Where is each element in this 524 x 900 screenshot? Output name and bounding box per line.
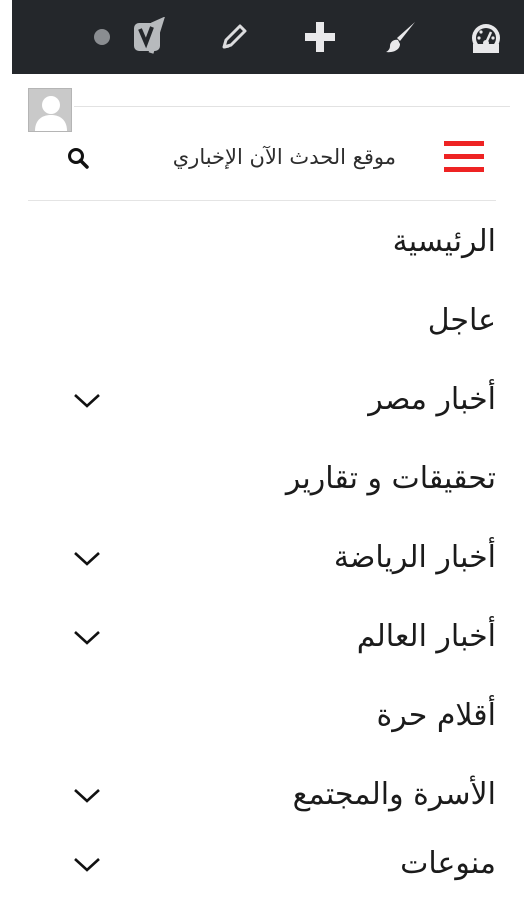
yoast-seo-icon[interactable] bbox=[128, 17, 168, 57]
menu-item-opinion[interactable]: أقلام حرة bbox=[28, 686, 496, 746]
hamburger-menu-icon[interactable] bbox=[444, 141, 484, 173]
site-title[interactable]: موقع الحدث الآن الإخباري bbox=[173, 140, 396, 174]
menu-item-family-society[interactable]: الأسرة والمجتمع bbox=[28, 765, 496, 825]
menu-item-world-news[interactable]: أخبار العالم bbox=[28, 607, 496, 667]
chevron-down-icon[interactable] bbox=[72, 392, 102, 410]
dashboard-icon[interactable] bbox=[466, 17, 506, 57]
menu-item-label: تحقيقات و تقارير bbox=[285, 461, 496, 496]
header-divider bbox=[74, 106, 510, 107]
chevron-down-icon[interactable] bbox=[72, 787, 102, 805]
edit-pencil-icon[interactable] bbox=[214, 17, 254, 57]
menu-item-home[interactable]: الرئيسية bbox=[28, 212, 496, 272]
chevron-down-icon[interactable] bbox=[72, 550, 102, 568]
menu-item-label: الرئيسية bbox=[392, 224, 496, 259]
chevron-down-icon[interactable] bbox=[72, 629, 102, 647]
menu-item-sports-news[interactable]: أخبار الرياضة bbox=[28, 528, 496, 588]
menu-item-egypt-news[interactable]: أخبار مصر bbox=[28, 370, 496, 430]
menu-item-misc[interactable]: منوعات bbox=[28, 834, 496, 894]
new-content-plus-icon[interactable] bbox=[300, 17, 340, 57]
menu-item-label: أخبار الرياضة bbox=[333, 540, 496, 575]
menu-item-investigations[interactable]: تحقيقات و تقارير bbox=[28, 449, 496, 509]
admin-bar bbox=[12, 0, 524, 74]
menu-item-label: عاجل bbox=[427, 303, 496, 338]
menu-item-breaking[interactable]: عاجل bbox=[28, 291, 496, 351]
menu-item-label: الأسرة والمجتمع bbox=[292, 777, 496, 812]
menu-divider bbox=[28, 200, 496, 201]
avatar[interactable] bbox=[28, 88, 72, 132]
menu-item-label: منوعات bbox=[400, 846, 496, 881]
menu-item-label: أقلام حرة bbox=[376, 698, 496, 733]
menu-item-label: أخبار مصر bbox=[368, 382, 496, 417]
menu-item-label: أخبار العالم bbox=[356, 619, 496, 654]
customize-brush-icon[interactable] bbox=[382, 17, 422, 57]
status-dot-icon[interactable] bbox=[82, 17, 122, 57]
chevron-down-icon[interactable] bbox=[72, 856, 102, 874]
search-icon[interactable] bbox=[66, 146, 90, 170]
